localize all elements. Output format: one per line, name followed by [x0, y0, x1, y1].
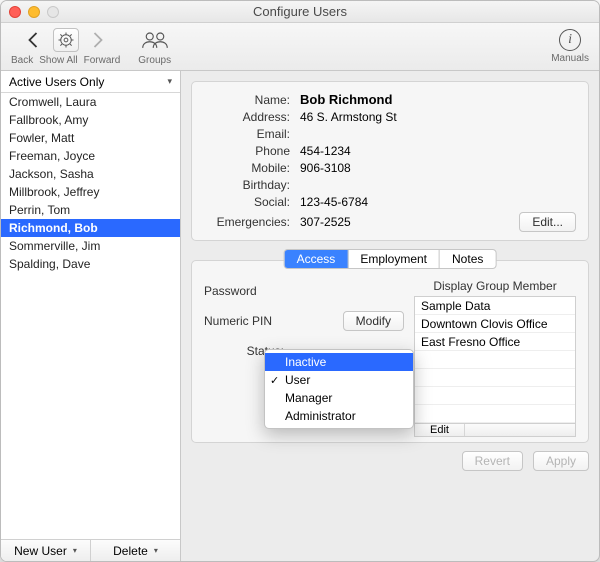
- value-social: 123-45-6784: [300, 195, 509, 209]
- status-option[interactable]: Inactive: [265, 353, 413, 371]
- status-option[interactable]: Manager: [265, 389, 413, 407]
- new-user-label: New User: [14, 544, 67, 558]
- showall-label: Show All: [39, 55, 77, 66]
- delete-user-button[interactable]: Delete ▾: [91, 540, 180, 561]
- group-member-title: Display Group Member: [414, 279, 576, 293]
- pin-label: Numeric PIN: [204, 314, 290, 328]
- group-edit-button[interactable]: Edit: [415, 424, 465, 436]
- label-social: Social:: [204, 195, 290, 209]
- value-address: 46 S. Armstong St: [300, 110, 509, 124]
- status-dropdown-menu[interactable]: Inactive✓UserManagerAdministrator: [264, 349, 414, 429]
- chevron-down-icon: ▾: [73, 546, 77, 555]
- forward-button[interactable]: [89, 29, 107, 51]
- revert-button[interactable]: Revert: [462, 451, 523, 471]
- value-mobile: 906-3108: [300, 161, 509, 175]
- new-user-button[interactable]: New User ▾: [1, 540, 91, 561]
- forward-label: Forward: [84, 55, 121, 66]
- edit-details-button[interactable]: Edit...: [519, 212, 576, 232]
- group-list-item: [415, 405, 575, 423]
- chevron-down-icon: ▾: [167, 76, 172, 87]
- tab-employment[interactable]: Employment: [348, 250, 440, 268]
- back-button[interactable]: [25, 29, 43, 51]
- groups-button[interactable]: [141, 27, 169, 53]
- user-list-item[interactable]: Spalding, Dave: [1, 255, 180, 273]
- tab-access[interactable]: Access: [285, 250, 349, 268]
- group-list-item: [415, 369, 575, 387]
- value-name: Bob Richmond: [300, 92, 509, 107]
- value-emergencies: 307-2525: [300, 215, 509, 229]
- user-list-item[interactable]: Freeman, Joyce: [1, 147, 180, 165]
- modify-pin-button[interactable]: Modify: [343, 311, 404, 331]
- user-list-item[interactable]: Millbrook, Jeffrey: [1, 183, 180, 201]
- manuals-button[interactable]: i: [559, 29, 581, 51]
- manuals-label: Manuals: [551, 53, 589, 64]
- tab-notes[interactable]: Notes: [440, 250, 495, 268]
- groups-label: Groups: [138, 55, 171, 66]
- status-option[interactable]: Administrator: [265, 407, 413, 425]
- group-member-list[interactable]: Sample DataDowntown Clovis OfficeEast Fr…: [414, 296, 576, 424]
- label-emergencies: Emergencies:: [204, 215, 290, 229]
- user-filter-dropdown[interactable]: Active Users Only ▾: [1, 71, 180, 93]
- back-label: Back: [11, 55, 33, 66]
- user-filter-label: Active Users Only: [9, 75, 104, 89]
- label-name: Name:: [204, 93, 290, 107]
- label-phone: Phone: [204, 144, 290, 158]
- label-address: Address:: [204, 110, 290, 124]
- show-all-button[interactable]: [53, 28, 79, 52]
- group-list-item: [415, 351, 575, 369]
- value-phone: 454-1234: [300, 144, 509, 158]
- user-list-item[interactable]: Jackson, Sasha: [1, 165, 180, 183]
- password-label: Password: [204, 284, 290, 298]
- group-list-item: [415, 387, 575, 405]
- group-list-item[interactable]: Downtown Clovis Office: [415, 315, 575, 333]
- label-email: Email:: [204, 127, 290, 141]
- user-list-item[interactable]: Richmond, Bob: [1, 219, 180, 237]
- user-list-item[interactable]: Fallbrook, Amy: [1, 111, 180, 129]
- user-list-item[interactable]: Sommerville, Jim: [1, 237, 180, 255]
- user-list-item[interactable]: Fowler, Matt: [1, 129, 180, 147]
- user-list[interactable]: Cromwell, LauraFallbrook, AmyFowler, Mat…: [1, 93, 180, 539]
- window-title: Configure Users: [1, 1, 599, 23]
- delete-label: Delete: [113, 544, 148, 558]
- apply-button[interactable]: Apply: [533, 451, 589, 471]
- group-list-item[interactable]: Sample Data: [415, 297, 575, 315]
- label-birthday: Birthday:: [204, 178, 290, 192]
- user-list-item[interactable]: Cromwell, Laura: [1, 93, 180, 111]
- tab-bar: AccessEmploymentNotes: [284, 249, 497, 269]
- check-icon: ✓: [270, 374, 279, 387]
- status-option[interactable]: ✓User: [265, 371, 413, 389]
- group-list-item[interactable]: East Fresno Office: [415, 333, 575, 351]
- label-mobile: Mobile:: [204, 161, 290, 175]
- chevron-down-icon: ▾: [154, 546, 158, 555]
- user-list-item[interactable]: Perrin, Tom: [1, 201, 180, 219]
